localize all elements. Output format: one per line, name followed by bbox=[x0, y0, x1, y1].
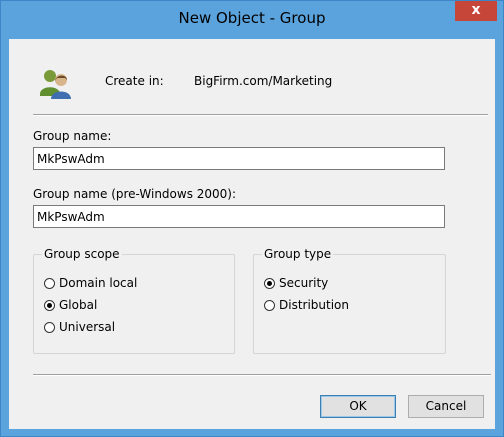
group-name-input[interactable] bbox=[33, 147, 445, 170]
radio-label: Universal bbox=[59, 320, 116, 334]
radio-label: Distribution bbox=[279, 298, 350, 312]
pre2000-name-label: Group name (pre-Windows 2000): bbox=[33, 187, 237, 201]
cancel-button[interactable]: Cancel bbox=[408, 395, 484, 418]
create-in-path: BigFirm.com/Marketing bbox=[194, 74, 333, 88]
scope-universal-radio[interactable]: Universal bbox=[44, 319, 115, 335]
radio-button[interactable] bbox=[264, 299, 275, 311]
radio-button-selected[interactable] bbox=[264, 277, 275, 289]
pre2000-name-input[interactable] bbox=[33, 205, 445, 228]
dialog-window: New Object - Group x Create in: BigFirm.… bbox=[0, 0, 504, 437]
radio-label: Domain local bbox=[59, 276, 138, 290]
ok-button[interactable]: OK bbox=[320, 395, 396, 418]
radio-label: Global bbox=[59, 298, 98, 312]
group-type-title: Group type bbox=[262, 247, 334, 261]
title-bar[interactable]: New Object - Group x bbox=[1, 1, 503, 39]
radio-button[interactable] bbox=[44, 321, 55, 333]
type-security-radio[interactable]: Security bbox=[264, 275, 328, 291]
group-scope-title: Group scope bbox=[42, 247, 122, 261]
create-in-label: Create in: bbox=[105, 74, 164, 88]
group-name-label: Group name: bbox=[33, 129, 112, 143]
radio-button[interactable] bbox=[44, 277, 55, 289]
radio-button-selected[interactable] bbox=[44, 299, 55, 311]
close-button[interactable]: x bbox=[455, 1, 497, 21]
users-group-icon bbox=[40, 70, 71, 99]
scope-domain-local-radio[interactable]: Domain local bbox=[44, 275, 137, 291]
close-icon: x bbox=[471, 2, 481, 18]
window-title: New Object - Group bbox=[178, 9, 326, 27]
radio-label: Security bbox=[279, 276, 329, 290]
dialog-body: Create in: BigFirm.com/Marketing Group n… bbox=[9, 39, 495, 429]
separator bbox=[33, 374, 491, 376]
separator bbox=[33, 114, 488, 116]
group-scope-box: Group scope Domain local Global Universa… bbox=[33, 247, 235, 354]
scope-global-radio[interactable]: Global bbox=[44, 297, 97, 313]
type-distribution-radio[interactable]: Distribution bbox=[264, 297, 349, 313]
group-type-box: Group type Security Distribution bbox=[253, 247, 446, 354]
